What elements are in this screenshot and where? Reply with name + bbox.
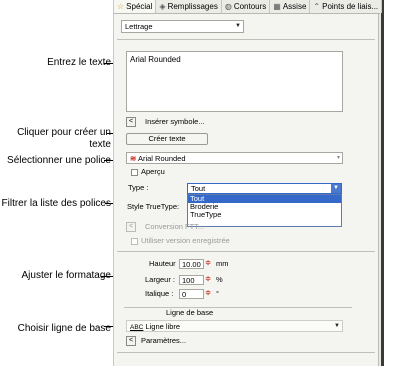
height-label: Hauteur	[149, 259, 176, 268]
chevron-left-icon: <	[128, 223, 134, 230]
type-filter-value: Tout	[191, 184, 206, 193]
chevron-down-icon: ▼	[235, 23, 241, 29]
callout-create-text-label: Cliquer pour créer un texte	[17, 127, 111, 150]
width-label: Largeur :	[145, 275, 176, 284]
points-icon: ⌃	[313, 2, 321, 11]
saved-version-checkbox[interactable]	[131, 238, 138, 245]
fill-icon: ◈	[159, 2, 166, 11]
saved-version-label: Utiliser version enregistrée	[141, 236, 230, 245]
callout-choose-baseline: Choisir ligne de base	[1, 323, 111, 335]
panel-right-edge	[381, 0, 384, 366]
font-type-icon: ≋	[130, 154, 137, 163]
type-filter-select[interactable]: Tout ▼	[187, 183, 342, 194]
object-type-value: Lettrage	[125, 22, 153, 31]
font-select-value: Arial Rounded	[137, 154, 186, 163]
divider	[117, 39, 375, 40]
object-type-select[interactable]: Lettrage ▼	[121, 20, 244, 33]
italic-spinner-icon[interactable]: ≑	[204, 289, 212, 299]
divider	[117, 352, 375, 353]
tab-fills[interactable]: ◈ Remplissages	[156, 0, 222, 13]
chevron-down-icon: ▾	[336, 155, 340, 161]
height-spinner-icon[interactable]: ≑	[204, 259, 212, 269]
text-input-area[interactable]: Arial Rounded	[126, 51, 343, 112]
italic-unit: °	[216, 289, 219, 298]
preview-checkbox[interactable]	[131, 169, 138, 176]
callout-choose-baseline-label: Choisir ligne de base	[17, 323, 111, 334]
tab-outlines-label: Contours	[233, 2, 267, 11]
baseline-abc-icon: ABC	[130, 324, 144, 331]
italic-input[interactable]: 0	[179, 289, 204, 299]
outline-icon: ◍	[224, 2, 232, 11]
width-input[interactable]: 100	[179, 275, 204, 285]
callout-select-font: Sélectionner une police	[1, 155, 111, 167]
tab-fills-label: Remplissages	[167, 2, 218, 11]
create-text-button[interactable]: Créer texte	[126, 133, 208, 145]
divider	[124, 307, 352, 308]
width-unit: %	[216, 275, 223, 284]
callout-enter-text-label: Entrez le texte	[47, 57, 111, 68]
callout-select-font-label: Sélectionner une police	[7, 155, 111, 166]
tab-bar: ☆ Spécial ◈ Remplissages ◍ Contours ▦ Assise…	[114, 0, 383, 14]
type-option-truetype[interactable]: TrueType	[188, 211, 341, 219]
baseline-section-label: Ligne de base	[166, 308, 214, 317]
chevron-left-icon: <	[128, 118, 134, 125]
chevron-left-icon: <	[128, 337, 134, 344]
truetype-style-label: Style TrueType:	[127, 202, 180, 211]
tab-underlay-label: Assise	[282, 2, 307, 11]
chevron-down-icon: ▼	[334, 323, 340, 329]
baseline-params-button[interactable]: <	[126, 336, 136, 346]
type-filter-label: Type :	[128, 183, 149, 192]
chevron-down-icon: ▼	[331, 184, 341, 193]
insert-symbol-button[interactable]: <	[126, 117, 136, 127]
baseline-select[interactable]: ABC Ligne libre ▼	[126, 320, 343, 332]
tab-connection-points-label: Points de liais...	[322, 2, 379, 11]
tab-special-label: Spécial	[126, 2, 153, 11]
callout-enter-text: Entrez le texte	[1, 57, 111, 69]
callout-adjust-format-label: Ajuster le formatage	[21, 270, 112, 281]
tab-special[interactable]: ☆ Spécial	[114, 0, 157, 13]
callout-create-text: Cliquer pour créer un texte	[1, 127, 111, 151]
text-input-value: Arial Rounded	[130, 55, 181, 64]
ftt-conversion-label: Conversion FTT...	[145, 222, 205, 231]
height-unit: mm	[216, 259, 229, 268]
ftt-conversion-button[interactable]: <	[126, 222, 136, 232]
insert-symbol-label: Insérer symbole...	[145, 117, 205, 126]
baseline-select-value: Ligne libre	[145, 322, 181, 331]
baseline-params-label: Paramètres...	[141, 336, 187, 345]
preview-label: Aperçu	[141, 167, 165, 176]
height-input[interactable]: 10.00	[179, 259, 204, 269]
divider	[117, 251, 375, 252]
tab-connection-points[interactable]: ⌃ Points de liais...	[310, 0, 383, 13]
callout-adjust-format: Ajuster le formatage	[1, 270, 112, 282]
italic-label: Italique :	[145, 289, 174, 298]
callout-filter-fonts: Filtrer la liste des polices	[1, 198, 111, 210]
type-filter-dropdown: Tout Broderie TrueType	[187, 194, 342, 227]
font-select[interactable]: ≋ Arial Rounded ▾	[126, 152, 343, 164]
star-icon: ☆	[117, 2, 125, 11]
underlay-icon: ▦	[273, 2, 281, 11]
callout-filter-fonts-label: Filtrer la liste des polices	[1, 198, 111, 209]
tab-underlay[interactable]: ▦ Assise	[270, 0, 311, 13]
tab-outlines[interactable]: ◍ Contours	[222, 0, 271, 13]
width-spinner-icon[interactable]: ≑	[204, 275, 212, 285]
